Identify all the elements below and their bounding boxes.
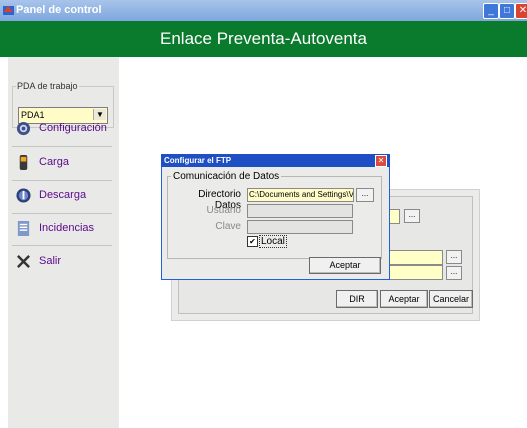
local-checkbox[interactable]: ✔ <box>247 236 258 247</box>
divider <box>12 180 112 181</box>
accept-button[interactable]: Aceptar <box>380 290 428 308</box>
sidebar-item-descarga[interactable]: Descarga <box>12 182 112 210</box>
phone-icon <box>19 155 28 170</box>
download-icon <box>16 188 31 203</box>
app-icon <box>3 6 14 15</box>
dir-button[interactable]: DIR <box>336 290 378 308</box>
sidebar-item-label: Carga <box>39 156 69 168</box>
sidebar-item-label: Configuración <box>39 122 107 134</box>
dialog-close-button[interactable]: ✕ <box>375 155 387 167</box>
dialog-title: Configurar el FTP <box>164 156 232 165</box>
page-title: Enlace Preventa-Autoventa <box>160 29 367 48</box>
window-title: Panel de control <box>16 4 102 16</box>
browse-button-3[interactable]: ... <box>446 266 462 280</box>
document-icon <box>17 221 30 236</box>
maximize-button[interactable]: □ <box>499 3 515 19</box>
gear-icon <box>16 121 31 136</box>
directorio-field[interactable]: C:\Documents and Settings\ViR <box>247 188 354 202</box>
fieldset-label: Comunicación de Datos <box>171 171 282 182</box>
directorio-browse-button[interactable]: ... <box>356 188 374 202</box>
usuario-field[interactable] <box>247 204 353 218</box>
pda-group-label: PDA de trabajo <box>16 81 79 91</box>
browse-button-2[interactable]: ... <box>446 250 462 264</box>
clave-label: Clave <box>215 221 241 232</box>
browse-button-1[interactable]: ... <box>404 209 420 223</box>
sidebar-item-salir[interactable]: Salir <box>12 248 112 276</box>
cancel-button[interactable]: Cancelar <box>429 290 473 308</box>
minimize-button[interactable]: _ <box>483 3 499 19</box>
divider <box>12 213 112 214</box>
divider <box>12 245 112 246</box>
usuario-label: Usuario <box>206 205 241 216</box>
dialog-accept-button[interactable]: Aceptar <box>309 257 381 274</box>
divider <box>12 146 112 147</box>
clave-field[interactable] <box>247 220 353 234</box>
sidebar-item-carga[interactable]: Carga <box>12 149 112 177</box>
sidebar-item-label: Incidencias <box>39 222 95 234</box>
x-icon <box>17 255 30 268</box>
sidebar-item-label: Salir <box>39 255 62 267</box>
sidebar-item-incidencias[interactable]: Incidencias <box>12 215 112 243</box>
sidebar-item-configuracion[interactable]: Configuración <box>12 115 112 143</box>
sidebar-item-label: Descarga <box>39 189 87 201</box>
close-button[interactable]: ✕ <box>515 3 527 19</box>
local-checkbox-label[interactable]: Local <box>259 235 287 248</box>
